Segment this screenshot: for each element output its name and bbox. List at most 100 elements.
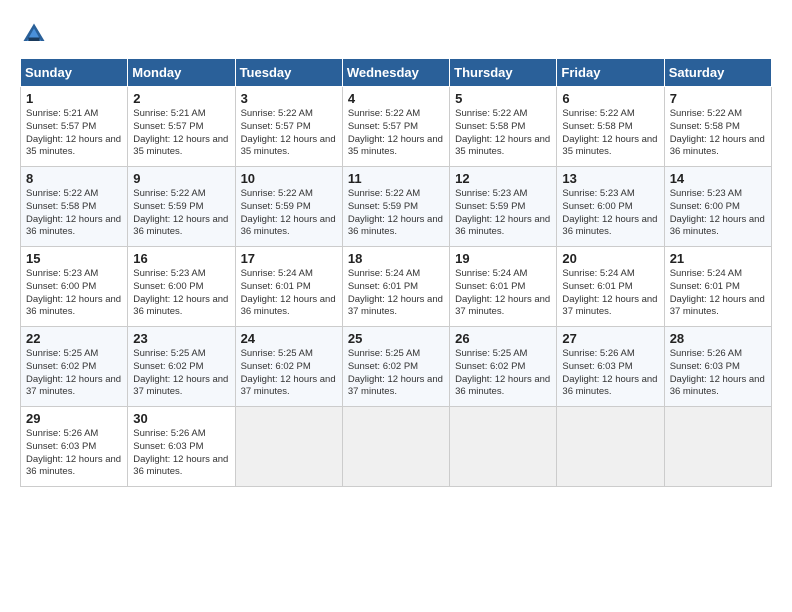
cell-content: Sunrise: 5:24 AMSunset: 6:01 PMDaylight:…: [670, 268, 766, 319]
cell-content: Sunrise: 5:22 AMSunset: 5:58 PMDaylight:…: [562, 108, 658, 159]
calendar-cell: 7 Sunrise: 5:22 AMSunset: 5:58 PMDaylight…: [664, 87, 771, 167]
cell-content: Sunrise: 5:25 AMSunset: 6:02 PMDaylight:…: [26, 348, 122, 399]
calendar-cell: 10 Sunrise: 5:22 AMSunset: 5:59 PMDayligh…: [235, 167, 342, 247]
day-number: 10: [241, 171, 337, 186]
day-number: 27: [562, 331, 658, 346]
day-number: 14: [670, 171, 766, 186]
cell-content: Sunrise: 5:24 AMSunset: 6:01 PMDaylight:…: [241, 268, 337, 319]
calendar-week-2: 8Sunrise: 5:22 AMSunset: 5:58 PMDaylight…: [21, 167, 772, 247]
day-number: 15: [26, 251, 122, 266]
cell-content: Sunrise: 5:25 AMSunset: 6:02 PMDaylight:…: [133, 348, 229, 399]
calendar-header-row: SundayMondayTuesdayWednesdayThursdayFrid…: [21, 59, 772, 87]
cell-content: Sunrise: 5:24 AMSunset: 6:01 PMDaylight:…: [348, 268, 444, 319]
day-number: 24: [241, 331, 337, 346]
calendar-cell: 20 Sunrise: 5:24 AMSunset: 6:01 PMDayligh…: [557, 247, 664, 327]
calendar-cell: 18 Sunrise: 5:24 AMSunset: 6:01 PMDayligh…: [342, 247, 449, 327]
calendar-cell: 4Sunrise: 5:22 AMSunset: 5:57 PMDaylight…: [342, 87, 449, 167]
day-number: 9: [133, 171, 229, 186]
cell-content: Sunrise: 5:21 AMSunset: 5:57 PMDaylight:…: [26, 108, 122, 159]
calendar-cell: [450, 407, 557, 487]
logo: [20, 20, 52, 48]
calendar-cell: 28 Sunrise: 5:26 AMSunset: 6:03 PMDayligh…: [664, 327, 771, 407]
header-thursday: Thursday: [450, 59, 557, 87]
calendar-cell: 15 Sunrise: 5:23 AMSunset: 6:00 PMDayligh…: [21, 247, 128, 327]
cell-content: Sunrise: 5:26 AMSunset: 6:03 PMDaylight:…: [133, 428, 229, 479]
day-number: 7: [670, 91, 766, 106]
day-number: 17: [241, 251, 337, 266]
cell-content: Sunrise: 5:26 AMSunset: 6:03 PMDaylight:…: [26, 428, 122, 479]
calendar-cell: 23 Sunrise: 5:25 AMSunset: 6:02 PMDayligh…: [128, 327, 235, 407]
calendar-week-3: 15 Sunrise: 5:23 AMSunset: 6:00 PMDayligh…: [21, 247, 772, 327]
calendar-cell: 16 Sunrise: 5:23 AMSunset: 6:00 PMDayligh…: [128, 247, 235, 327]
calendar-cell: 21 Sunrise: 5:24 AMSunset: 6:01 PMDayligh…: [664, 247, 771, 327]
cell-content: Sunrise: 5:23 AMSunset: 6:00 PMDaylight:…: [26, 268, 122, 319]
cell-content: Sunrise: 5:24 AMSunset: 6:01 PMDaylight:…: [455, 268, 551, 319]
cell-content: Sunrise: 5:21 AMSunset: 5:57 PMDaylight:…: [133, 108, 229, 159]
day-number: 28: [670, 331, 766, 346]
header-sunday: Sunday: [21, 59, 128, 87]
cell-content: Sunrise: 5:23 AMSunset: 5:59 PMDaylight:…: [455, 188, 551, 239]
cell-content: Sunrise: 5:22 AMSunset: 5:58 PMDaylight:…: [670, 108, 766, 159]
day-number: 20: [562, 251, 658, 266]
cell-content: Sunrise: 5:22 AMSunset: 5:58 PMDaylight:…: [455, 108, 551, 159]
cell-content: Sunrise: 5:22 AMSunset: 5:59 PMDaylight:…: [133, 188, 229, 239]
day-number: 3: [241, 91, 337, 106]
calendar-week-1: 1 Sunrise: 5:21 AMSunset: 5:57 PMDaylight…: [21, 87, 772, 167]
calendar-cell: 30 Sunrise: 5:26 AMSunset: 6:03 PMDayligh…: [128, 407, 235, 487]
calendar-table: SundayMondayTuesdayWednesdayThursdayFrid…: [20, 58, 772, 487]
cell-content: Sunrise: 5:23 AMSunset: 6:00 PMDaylight:…: [562, 188, 658, 239]
calendar-cell: [342, 407, 449, 487]
day-number: 13: [562, 171, 658, 186]
day-number: 8: [26, 171, 122, 186]
calendar-cell: 27 Sunrise: 5:26 AMSunset: 6:03 PMDayligh…: [557, 327, 664, 407]
calendar-cell: [557, 407, 664, 487]
logo-icon: [20, 20, 48, 48]
calendar-cell: 12Sunrise: 5:23 AMSunset: 5:59 PMDayligh…: [450, 167, 557, 247]
day-number: 26: [455, 331, 551, 346]
cell-content: Sunrise: 5:22 AMSunset: 5:59 PMDaylight:…: [241, 188, 337, 239]
calendar-cell: 22Sunrise: 5:25 AMSunset: 6:02 PMDayligh…: [21, 327, 128, 407]
calendar-cell: 2 Sunrise: 5:21 AMSunset: 5:57 PMDaylight…: [128, 87, 235, 167]
day-number: 16: [133, 251, 229, 266]
calendar-cell: 1 Sunrise: 5:21 AMSunset: 5:57 PMDaylight…: [21, 87, 128, 167]
calendar-cell: [664, 407, 771, 487]
cell-content: Sunrise: 5:23 AMSunset: 6:00 PMDaylight:…: [670, 188, 766, 239]
header-friday: Friday: [557, 59, 664, 87]
day-number: 4: [348, 91, 444, 106]
cell-content: Sunrise: 5:24 AMSunset: 6:01 PMDaylight:…: [562, 268, 658, 319]
day-number: 29: [26, 411, 122, 426]
day-number: 5: [455, 91, 551, 106]
calendar-cell: 26 Sunrise: 5:25 AMSunset: 6:02 PMDayligh…: [450, 327, 557, 407]
day-number: 30: [133, 411, 229, 426]
calendar-cell: 25 Sunrise: 5:25 AMSunset: 6:02 PMDayligh…: [342, 327, 449, 407]
day-number: 2: [133, 91, 229, 106]
page-header: [20, 20, 772, 48]
day-number: 21: [670, 251, 766, 266]
cell-content: Sunrise: 5:26 AMSunset: 6:03 PMDaylight:…: [670, 348, 766, 399]
header-saturday: Saturday: [664, 59, 771, 87]
header-monday: Monday: [128, 59, 235, 87]
calendar-week-4: 22Sunrise: 5:25 AMSunset: 6:02 PMDayligh…: [21, 327, 772, 407]
header-wednesday: Wednesday: [342, 59, 449, 87]
calendar-cell: 8Sunrise: 5:22 AMSunset: 5:58 PMDaylight…: [21, 167, 128, 247]
calendar-cell: 29 Sunrise: 5:26 AMSunset: 6:03 PMDayligh…: [21, 407, 128, 487]
cell-content: Sunrise: 5:23 AMSunset: 6:00 PMDaylight:…: [133, 268, 229, 319]
calendar-cell: 6Sunrise: 5:22 AMSunset: 5:58 PMDaylight…: [557, 87, 664, 167]
day-number: 23: [133, 331, 229, 346]
day-number: 19: [455, 251, 551, 266]
calendar-cell: 9 Sunrise: 5:22 AMSunset: 5:59 PMDaylight…: [128, 167, 235, 247]
day-number: 11: [348, 171, 444, 186]
calendar-cell: 19 Sunrise: 5:24 AMSunset: 6:01 PMDayligh…: [450, 247, 557, 327]
calendar-cell: [235, 407, 342, 487]
day-number: 18: [348, 251, 444, 266]
calendar-cell: 14 Sunrise: 5:23 AMSunset: 6:00 PMDayligh…: [664, 167, 771, 247]
cell-content: Sunrise: 5:25 AMSunset: 6:02 PMDaylight:…: [455, 348, 551, 399]
cell-content: Sunrise: 5:22 AMSunset: 5:59 PMDaylight:…: [348, 188, 444, 239]
day-number: 1: [26, 91, 122, 106]
calendar-cell: 13 Sunrise: 5:23 AMSunset: 6:00 PMDayligh…: [557, 167, 664, 247]
calendar-cell: 11 Sunrise: 5:22 AMSunset: 5:59 PMDayligh…: [342, 167, 449, 247]
cell-content: Sunrise: 5:25 AMSunset: 6:02 PMDaylight:…: [348, 348, 444, 399]
cell-content: Sunrise: 5:26 AMSunset: 6:03 PMDaylight:…: [562, 348, 658, 399]
calendar-week-5: 29 Sunrise: 5:26 AMSunset: 6:03 PMDayligh…: [21, 407, 772, 487]
day-number: 25: [348, 331, 444, 346]
